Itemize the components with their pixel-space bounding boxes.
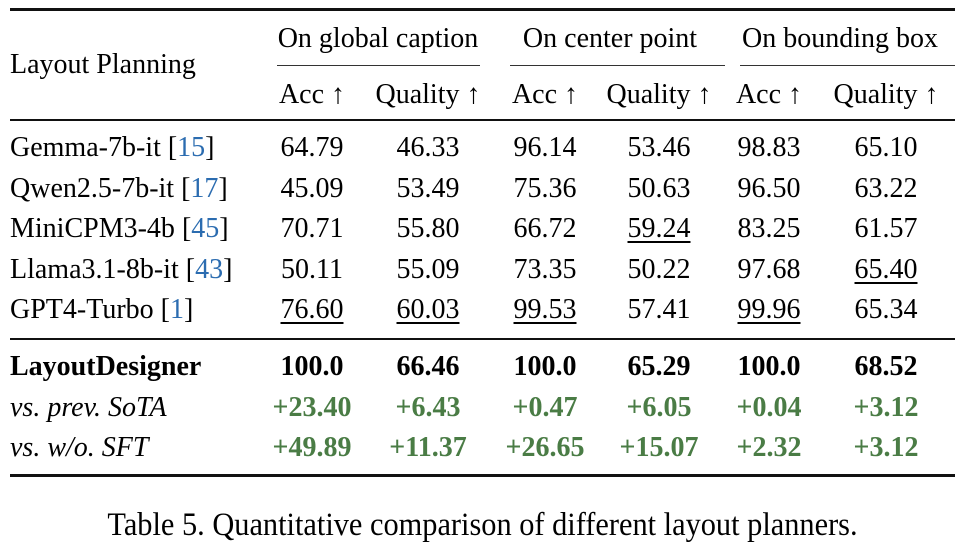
corner-header: Layout Planning	[10, 49, 196, 80]
table-cell: 64.79	[280, 132, 344, 163]
citation-link[interactable]: 45	[191, 213, 219, 244]
mid-rule	[10, 338, 955, 340]
row-label: MiniCPM3-4b [45]	[10, 213, 229, 244]
table-cell: 59.24	[627, 213, 691, 244]
row-label: Qwen2.5-7b-it [17]	[10, 173, 228, 204]
table-cell: 98.83	[737, 132, 801, 163]
header-rule	[10, 119, 955, 121]
table-cell: 60.03	[396, 294, 460, 325]
delta-cell: +23.40	[272, 392, 352, 423]
table-cell: 65.29	[627, 351, 691, 382]
table-cell: 50.22	[627, 254, 691, 285]
delta-cell: +2.32	[736, 432, 802, 463]
delta-cell: +15.07	[619, 432, 699, 463]
table-cell: 97.68	[737, 254, 801, 285]
model-name: Llama3.1-8b-it	[10, 254, 179, 285]
model-name: MiniCPM3-4b	[10, 213, 175, 244]
citation-link[interactable]: 43	[195, 254, 223, 285]
bottom-rule	[10, 474, 955, 477]
delta-row-label: vs. w/o. SFT	[10, 432, 149, 463]
table-cell: 76.60	[280, 294, 344, 325]
model-name: Gemma-7b-it	[10, 132, 161, 163]
table-cell: 65.34	[854, 294, 918, 325]
ours-row-label: LayoutDesigner	[10, 351, 202, 382]
table-cell: 61.57	[854, 213, 918, 244]
table-cell: 50.11	[281, 254, 343, 285]
row-label: GPT4-Turbo [1]	[10, 294, 194, 325]
subheader-acc: Acc ↑	[278, 79, 346, 110]
table-cell: 99.53	[513, 294, 577, 325]
delta-cell: +0.47	[512, 392, 578, 423]
table-cell: 65.40	[854, 254, 918, 285]
table-cell: 96.14	[513, 132, 577, 163]
table-cell: 100.0	[280, 351, 344, 382]
table-cell: 99.96	[737, 294, 801, 325]
delta-cell: +6.05	[626, 392, 692, 423]
table-cell: 75.36	[513, 173, 577, 204]
table-cell: 70.71	[280, 213, 344, 244]
table-cell: 66.72	[513, 213, 577, 244]
table-caption: Table 5. Quantitative comparison of diff…	[107, 507, 858, 543]
row-label: Gemma-7b-it [15]	[10, 132, 215, 163]
table-cell: 46.33	[396, 132, 460, 163]
table-cell: 53.49	[396, 173, 460, 204]
table-cell: 100.0	[513, 351, 577, 382]
table-cell: 100.0	[737, 351, 801, 382]
citation-link[interactable]: 17	[190, 173, 218, 204]
delta-cell: +26.65	[505, 432, 585, 463]
group-rule-global-caption	[277, 65, 480, 66]
model-name: GPT4-Turbo	[10, 294, 154, 325]
group-rule-bounding-box	[740, 65, 955, 66]
delta-cell: +0.04	[736, 392, 802, 423]
row-label: Llama3.1-8b-it [43]	[10, 254, 233, 285]
model-name: Qwen2.5-7b-it	[10, 173, 175, 204]
table-cell: 68.52	[854, 351, 918, 382]
delta-cell: +6.43	[395, 392, 461, 423]
delta-cell: +3.12	[853, 432, 919, 463]
subheader-acc: Acc ↑	[511, 79, 579, 110]
table-cell: 65.10	[854, 132, 918, 163]
citation-link[interactable]: 15	[177, 132, 205, 163]
subheader-quality: Quality ↑	[606, 79, 712, 110]
table-cell: 53.46	[627, 132, 691, 163]
table-cell: 50.63	[627, 173, 691, 204]
table-cell: 73.35	[513, 254, 577, 285]
table-cell: 66.46	[396, 351, 460, 382]
table-cell: 63.22	[854, 173, 918, 204]
table-cell: 83.25	[737, 213, 801, 244]
table-cell: 96.50	[737, 173, 801, 204]
top-rule	[10, 8, 955, 11]
group-header-bounding-box: On bounding box	[742, 23, 938, 54]
table-cell: 45.09	[280, 173, 344, 204]
table-cell: 55.09	[396, 254, 460, 285]
subheader-acc: Acc ↑	[735, 79, 803, 110]
delta-cell: +11.37	[389, 432, 467, 463]
table-cell: 55.80	[396, 213, 460, 244]
citation-link[interactable]: 1	[170, 294, 184, 325]
subheader-quality: Quality ↑	[375, 79, 481, 110]
group-header-global-caption: On global caption	[277, 23, 479, 54]
group-header-center-point: On center point	[522, 23, 698, 54]
group-rule-center-point	[510, 65, 725, 66]
delta-cell: +49.89	[272, 432, 352, 463]
table-cell: 57.41	[627, 294, 691, 325]
delta-cell: +3.12	[853, 392, 919, 423]
delta-row-label: vs. prev. SoTA	[10, 392, 167, 423]
subheader-quality: Quality ↑	[833, 79, 939, 110]
